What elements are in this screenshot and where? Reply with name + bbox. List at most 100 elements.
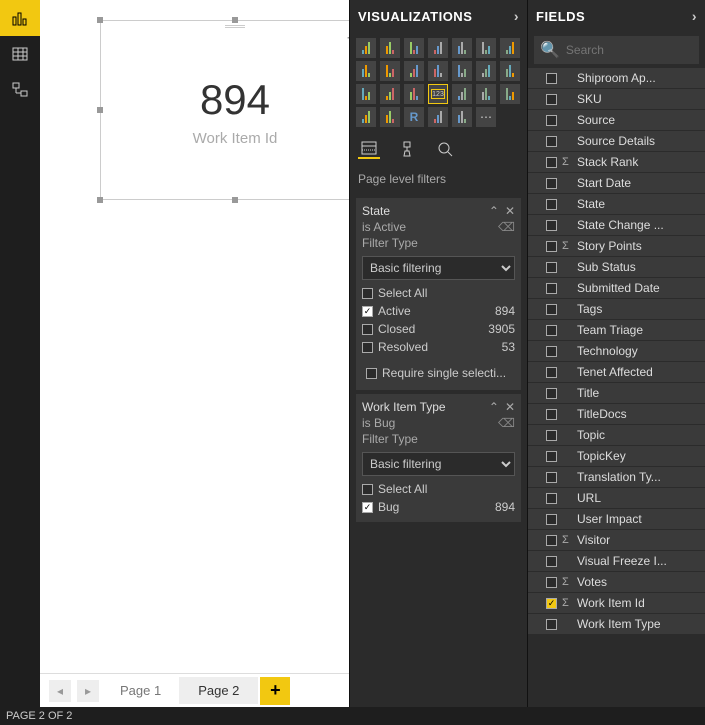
field-item[interactable]: Source (528, 110, 705, 131)
field-item[interactable]: ΣWork Item Id (528, 593, 705, 614)
field-checkbox[interactable] (546, 136, 557, 147)
viz-type-matrix[interactable] (380, 107, 400, 127)
field-checkbox[interactable] (546, 73, 557, 84)
remove-filter-icon[interactable]: ✕ (505, 400, 515, 414)
field-item[interactable]: Visual Freeze I... (528, 551, 705, 572)
fields-search-input[interactable] (566, 43, 705, 57)
field-item[interactable]: ΣStack Rank (528, 152, 705, 173)
viz-type-gauge[interactable] (404, 84, 424, 104)
viz-type-map[interactable] (500, 61, 520, 81)
field-item[interactable]: SKU (528, 89, 705, 110)
viz-type-pie[interactable] (428, 61, 448, 81)
viz-type-scatter[interactable] (404, 61, 424, 81)
viz-type-clustered-bar[interactable] (380, 38, 400, 58)
drag-handle[interactable] (225, 25, 245, 29)
checkbox[interactable] (362, 324, 373, 335)
filter-option-row[interactable]: Closed3905 (362, 320, 515, 338)
field-item[interactable]: TopicKey (528, 446, 705, 467)
viz-type-arcgis[interactable] (428, 107, 448, 127)
field-checkbox[interactable] (546, 451, 557, 462)
field-item[interactable]: URL (528, 488, 705, 509)
add-page-button[interactable]: + (260, 677, 290, 705)
field-checkbox[interactable] (546, 157, 557, 168)
viz-type-slicer[interactable] (500, 84, 520, 104)
checkbox[interactable] (362, 502, 373, 513)
field-checkbox[interactable] (546, 94, 557, 105)
field-item[interactable]: Tenet Affected (528, 362, 705, 383)
viz-type-custom[interactable] (452, 107, 472, 127)
checkbox[interactable] (362, 288, 373, 299)
clear-filter-icon[interactable]: ⌫ (498, 220, 515, 234)
field-checkbox[interactable] (546, 409, 557, 420)
filter-option-row[interactable]: Resolved53 (362, 338, 515, 356)
field-item[interactable]: ΣStory Points (528, 236, 705, 257)
resize-handle[interactable] (97, 197, 103, 203)
field-checkbox[interactable] (546, 577, 557, 588)
report-canvas[interactable]: ⋯ 894 Work Item Id (40, 0, 349, 673)
clear-filter-icon[interactable]: ⌫ (498, 416, 515, 430)
viz-type-r-visual[interactable]: R (404, 107, 424, 127)
filter-option-row[interactable]: Bug894 (362, 498, 515, 516)
field-item[interactable]: ΣVotes (528, 572, 705, 593)
field-item[interactable]: User Impact (528, 509, 705, 530)
viz-type-clustered-column[interactable] (428, 38, 448, 58)
field-item[interactable]: State Change ... (528, 215, 705, 236)
report-view-button[interactable] (0, 0, 40, 36)
remove-filter-icon[interactable]: ✕ (505, 204, 515, 218)
viz-type-card[interactable]: 123 (428, 84, 448, 104)
field-item[interactable]: State (528, 194, 705, 215)
filter-option-row[interactable]: Select All (362, 480, 515, 498)
field-item[interactable]: Submitted Date (528, 278, 705, 299)
viz-type-donut[interactable] (452, 61, 472, 81)
viz-type-stacked-bar[interactable] (356, 38, 376, 58)
fields-well-tab[interactable] (358, 139, 380, 159)
field-checkbox[interactable] (546, 514, 557, 525)
page-tab[interactable]: Page 2 (180, 677, 258, 704)
field-checkbox[interactable] (546, 619, 557, 630)
field-item[interactable]: ΣVisitor (528, 530, 705, 551)
field-item[interactable]: TitleDocs (528, 404, 705, 425)
field-item[interactable]: Technology (528, 341, 705, 362)
viz-type-table[interactable] (356, 107, 376, 127)
field-checkbox[interactable] (546, 220, 557, 231)
field-checkbox[interactable] (546, 325, 557, 336)
field-checkbox[interactable] (546, 598, 557, 609)
field-item[interactable]: Title (528, 383, 705, 404)
field-checkbox[interactable] (546, 346, 557, 357)
model-view-button[interactable] (0, 72, 40, 108)
field-checkbox[interactable] (546, 241, 557, 252)
fields-search[interactable]: 🔍 (534, 36, 699, 64)
filter-type-select[interactable]: Basic filtering (362, 256, 515, 280)
page-next-button[interactable]: ▸ (77, 680, 99, 702)
viz-type-more[interactable]: ⋯ (476, 107, 496, 127)
checkbox[interactable] (362, 306, 373, 317)
viz-type-stacked-column[interactable] (404, 38, 424, 58)
collapse-filter-icon[interactable]: ⌃ (489, 400, 499, 414)
field-item[interactable]: Topic (528, 425, 705, 446)
viz-type-waterfall[interactable] (380, 61, 400, 81)
field-checkbox[interactable] (546, 535, 557, 546)
field-item[interactable]: Team Triage (528, 320, 705, 341)
field-checkbox[interactable] (546, 493, 557, 504)
viz-type-treemap[interactable] (476, 61, 496, 81)
resize-handle[interactable] (97, 107, 103, 113)
viz-type-multi-card[interactable] (452, 84, 472, 104)
field-checkbox[interactable] (546, 178, 557, 189)
field-item[interactable]: Source Details (528, 131, 705, 152)
field-checkbox[interactable] (546, 430, 557, 441)
field-checkbox[interactable] (546, 556, 557, 567)
analytics-tab[interactable] (434, 139, 456, 159)
visual-options-button[interactable]: ⋯ (346, 29, 349, 46)
viz-type-stacked-area[interactable] (500, 38, 520, 58)
field-checkbox[interactable] (546, 472, 557, 483)
field-checkbox[interactable] (546, 388, 557, 399)
page-prev-button[interactable]: ◂ (49, 680, 71, 702)
field-item[interactable]: Work Item Type (528, 614, 705, 635)
field-item[interactable]: Tags (528, 299, 705, 320)
checkbox[interactable] (366, 368, 377, 379)
resize-handle[interactable] (232, 17, 238, 23)
collapse-pane-icon[interactable]: › (514, 8, 519, 24)
viz-type-ribbon[interactable] (356, 61, 376, 81)
field-checkbox[interactable] (546, 283, 557, 294)
field-checkbox[interactable] (546, 199, 557, 210)
